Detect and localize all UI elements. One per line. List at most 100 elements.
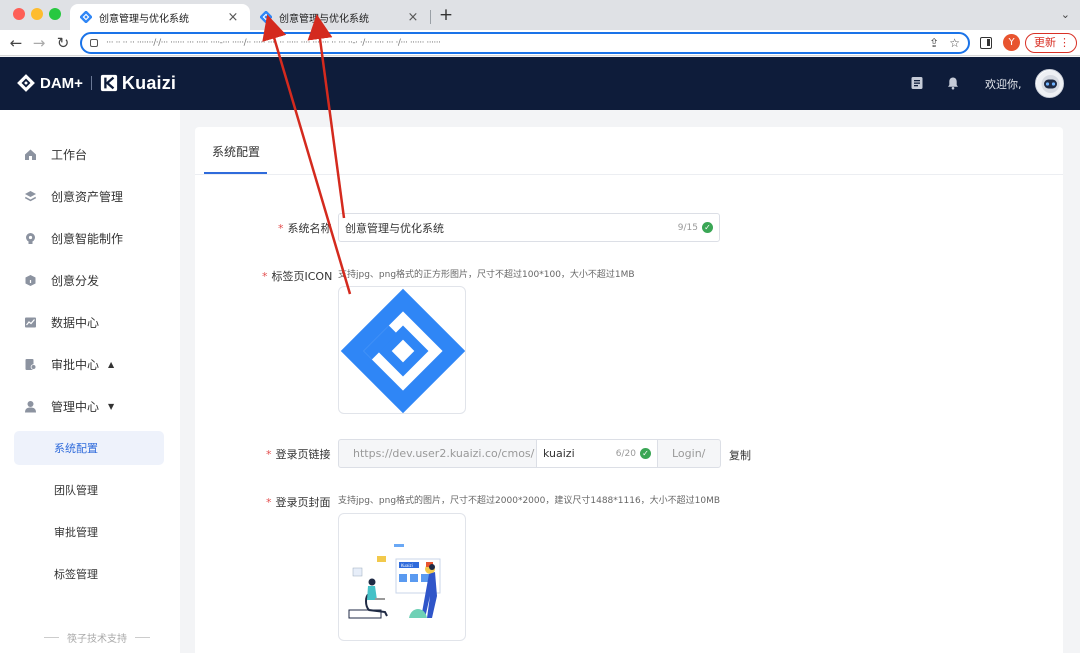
- approval-icon: [25, 358, 37, 370]
- tab-icon-upload[interactable]: [338, 286, 466, 414]
- url-text: ··· ·· ·· ·· ·······/·/··· ······ ··· ··…: [106, 38, 441, 48]
- lock-icon: [90, 39, 98, 47]
- login-cover-hint: 支持jpg、png格式的图片，尺寸不超过2000*2000，建议尺寸1488*1…: [338, 496, 721, 506]
- sidebar-subitem-tag-management[interactable]: 标签管理: [14, 557, 164, 591]
- home-icon: [25, 149, 36, 160]
- side-panel-icon[interactable]: [980, 37, 992, 49]
- brand-kuaizi-text: Kuaizi: [121, 72, 177, 93]
- sidebar-subitem-label: 标签管理: [54, 568, 98, 581]
- sidebar-item-approval-center[interactable]: 审批中心 ▲: [0, 350, 180, 378]
- sidebar-subitem-approval-management[interactable]: 审批管理: [14, 515, 164, 549]
- sidebar-subitem-team-management[interactable]: 团队管理: [14, 473, 164, 507]
- dam-logo-icon: [17, 74, 35, 92]
- user-avatar[interactable]: [1035, 69, 1064, 98]
- logo-separator: [90, 76, 92, 90]
- bell-icon[interactable]: [946, 76, 960, 90]
- footer-text: 筷子技术支持: [67, 634, 127, 645]
- copy-button[interactable]: 复制: [729, 447, 751, 463]
- sidebar-item-label: 创意智能制作: [51, 231, 124, 246]
- welcome-text: 欢迎你,: [985, 78, 1022, 91]
- char-count: 9/15: [677, 222, 698, 233]
- update-button[interactable]: 更新 ⋮: [1025, 33, 1077, 53]
- app-header: DAM+ Kuaizi 欢迎你,: [0, 57, 1080, 110]
- sidebar-item-label: 工作台: [51, 147, 88, 162]
- sidebar-item-label: 数据中心: [51, 315, 100, 330]
- login-url-label: * 登录页链接: [266, 448, 331, 461]
- login-url-suffix: Login/: [657, 439, 721, 468]
- document-icon[interactable]: [910, 76, 924, 90]
- sidebar-item-distribution[interactable]: 创意分发: [0, 266, 180, 294]
- system-name-input[interactable]: 创意管理与优化系统 9/15 ✓: [338, 213, 720, 242]
- window-minimize-button[interactable]: [31, 8, 43, 20]
- window-zoom-button[interactable]: [49, 8, 61, 20]
- profile-avatar[interactable]: Y: [1003, 34, 1020, 51]
- login-url-input[interactable]: kuaizi 6/20 ✓: [537, 439, 657, 468]
- tab-search-icon[interactable]: ⌄: [1061, 8, 1070, 21]
- tab-close-icon[interactable]: ×: [226, 10, 240, 25]
- login-url-group: https://dev.user2.kuaizi.co/cmos/ kuaizi…: [338, 439, 721, 468]
- sidebar-item-data-center[interactable]: 数据中心: [0, 308, 180, 336]
- address-bar[interactable]: ··· ·· ·· ·· ·······/·/··· ······ ··· ··…: [80, 32, 970, 54]
- new-tab-button[interactable]: +: [436, 5, 456, 25]
- forward-button[interactable]: →: [29, 33, 49, 53]
- browser-tab-bar: 创意管理与优化系统 × 创意管理与优化系统 × + ⌄: [0, 0, 1080, 30]
- system-name-label: * 系统名称: [278, 222, 332, 235]
- sidebar: 工作台 创意资产管理 创意智能制作 创意分发 数据中心 审批中心 ▲ 管理中心 …: [0, 110, 180, 653]
- kuaizi-logo-icon: [100, 74, 118, 92]
- sidebar-item-asset-management[interactable]: 创意资产管理: [0, 182, 180, 210]
- login-cover-label: * 登录页封面: [266, 496, 331, 509]
- sidebar-footer: 筷子技术支持: [36, 630, 158, 645]
- astronaut-avatar-icon: [1036, 70, 1063, 97]
- share-icon[interactable]: ⇪: [929, 36, 939, 50]
- brand-logo[interactable]: DAM+ Kuaizi: [17, 71, 176, 95]
- sidebar-item-label: 创意分发: [51, 273, 100, 288]
- sidebar-subitem-system-config[interactable]: 系统配置: [14, 431, 164, 465]
- tab-separator: [430, 10, 431, 24]
- caret-down-icon: ▼: [108, 401, 115, 411]
- login-cover-upload[interactable]: Kuaizi: [338, 513, 466, 641]
- user-icon: [25, 400, 36, 412]
- login-url-value: kuaizi: [543, 447, 575, 460]
- sidebar-item-label: 管理中心: [51, 399, 100, 414]
- tab-icon-preview-icon: [340, 288, 465, 413]
- update-label: 更新: [1034, 36, 1056, 49]
- favicon-icon: [80, 11, 92, 23]
- footer-line: [135, 637, 150, 638]
- tab-system-config[interactable]: 系统配置: [212, 143, 260, 160]
- sidebar-item-workbench[interactable]: 工作台: [0, 140, 180, 168]
- layers-icon: [25, 190, 36, 201]
- check-circle-icon: ✓: [702, 222, 713, 233]
- browser-tab-active[interactable]: 创意管理与优化系统 ×: [70, 4, 250, 30]
- required-mark: *: [266, 496, 272, 509]
- tab-divider: [195, 174, 1063, 175]
- system-name-value: 创意管理与优化系统: [345, 221, 444, 235]
- window-close-button[interactable]: [13, 8, 25, 20]
- check-circle-icon: ✓: [640, 448, 651, 459]
- login-cover-illustration: Kuaizi: [348, 544, 441, 619]
- sidebar-item-label: 创意资产管理: [51, 189, 124, 204]
- browser-tab[interactable]: 创意管理与优化系统 ×: [250, 4, 430, 30]
- favicon-icon: [260, 11, 272, 23]
- sidebar-subitem-label: 系统配置: [54, 442, 98, 455]
- tab-icon-label: * 标签页ICON: [262, 270, 333, 283]
- tab-icon-hint: 支持jpg、png格式的正方形图片，尺寸不超过100*100，大小不超过1MB: [338, 270, 635, 280]
- required-mark: *: [266, 448, 272, 461]
- reload-button[interactable]: ↻: [53, 33, 73, 53]
- login-url-prefix: https://dev.user2.kuaizi.co/cmos/: [338, 439, 537, 468]
- sidebar-item-smart-production[interactable]: 创意智能制作: [0, 224, 180, 252]
- config-card: 系统配置 * 系统名称 创意管理与优化系统 9/15 ✓ * 标签页ICON 支持j…: [195, 127, 1063, 653]
- back-button[interactable]: ←: [6, 33, 26, 53]
- browser-toolbar: ← → ↻ ··· ·· ·· ·· ·······/·/··· ······ …: [0, 30, 1080, 56]
- required-mark: *: [278, 222, 284, 235]
- tab-title: 创意管理与优化系统: [99, 13, 189, 25]
- sidebar-subitem-label: 团队管理: [54, 484, 98, 497]
- bookmark-star-icon[interactable]: ☆: [949, 36, 960, 50]
- tab-close-icon[interactable]: ×: [406, 10, 420, 25]
- chart-icon: [25, 317, 36, 327]
- char-count: 6/20: [615, 448, 636, 459]
- illustration-brand-text: Kuaizi: [401, 563, 413, 568]
- caret-up-icon: ▲: [108, 359, 115, 369]
- tab-title: 创意管理与优化系统: [279, 13, 369, 25]
- sidebar-item-management-center[interactable]: 管理中心 ▼: [0, 392, 180, 420]
- sidebar-item-label: 审批中心: [51, 357, 100, 372]
